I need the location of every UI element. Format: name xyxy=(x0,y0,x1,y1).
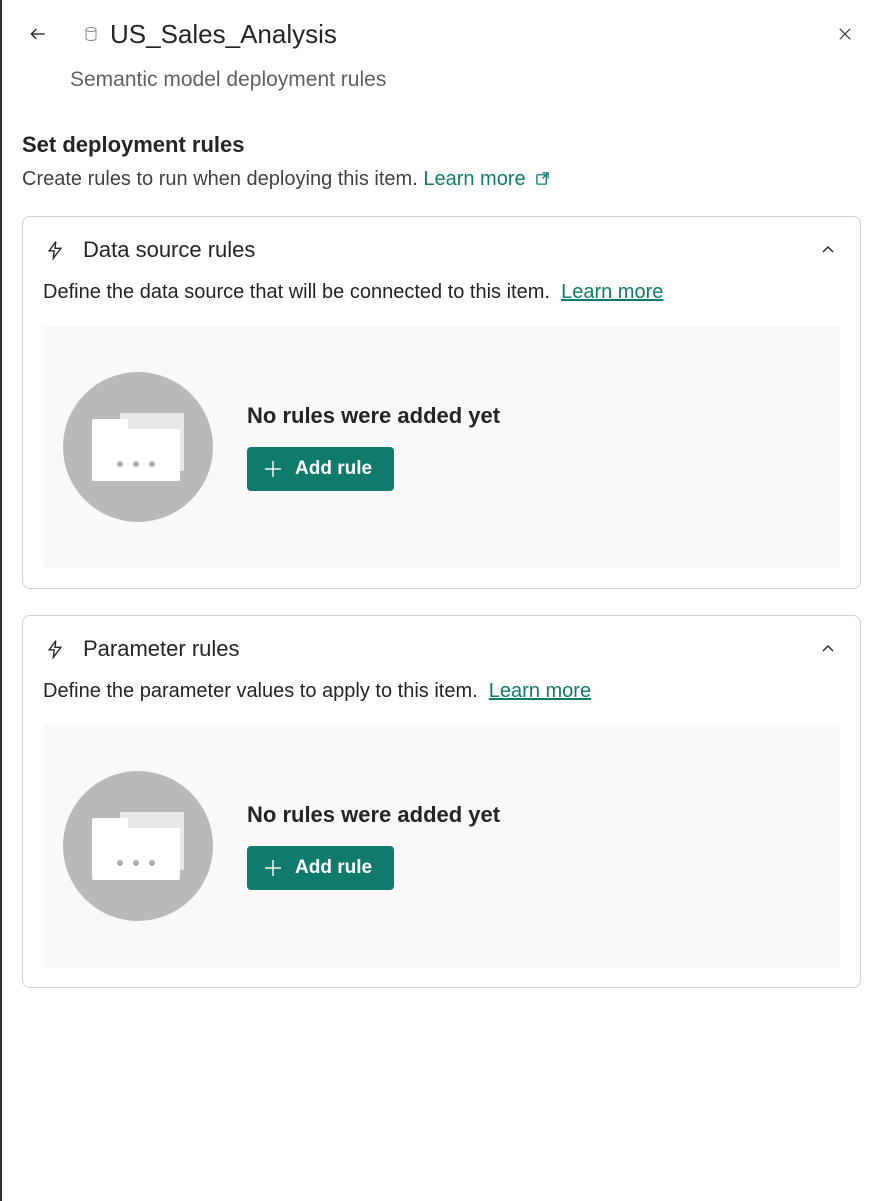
empty-folder-icon xyxy=(63,771,213,921)
add-data-source-rule-button[interactable]: Add rule xyxy=(247,447,394,491)
data-source-card-title: Data source rules xyxy=(83,237,800,263)
external-link-icon xyxy=(535,169,550,192)
parameter-empty-state: No rules were added yet Add rule xyxy=(43,725,840,967)
data-source-desc-text: Define the data source that will be conn… xyxy=(43,281,550,303)
add-rule-label: Add rule xyxy=(295,857,372,879)
data-source-card-description: Define the data source that will be conn… xyxy=(43,281,840,304)
arrow-left-icon xyxy=(28,24,48,44)
chevron-up-icon xyxy=(816,238,840,262)
parameter-card-header[interactable]: Parameter rules xyxy=(43,636,840,662)
data-source-card-header[interactable]: Data source rules xyxy=(43,237,840,263)
parameter-rules-card: Parameter rules Define the parameter val… xyxy=(22,615,861,988)
parameter-learn-more-link[interactable]: Learn more xyxy=(489,680,591,702)
parameter-card-title: Parameter rules xyxy=(83,636,800,662)
add-parameter-rule-button[interactable]: Add rule xyxy=(247,846,394,890)
data-source-empty-state: No rules were added yet Add rule xyxy=(43,326,840,568)
empty-folder-icon xyxy=(63,372,213,522)
section-heading: Set deployment rules xyxy=(22,132,861,158)
learn-more-link[interactable]: Learn more xyxy=(423,168,550,190)
lightning-icon xyxy=(43,238,67,262)
semantic-model-icon xyxy=(82,25,100,43)
plus-icon xyxy=(263,858,283,878)
close-icon xyxy=(836,25,854,43)
page-subtitle: Semantic model deployment rules xyxy=(2,60,881,92)
data-source-rules-card: Data source rules Define the data source… xyxy=(22,216,861,589)
data-source-learn-more-link[interactable]: Learn more xyxy=(561,281,663,303)
parameter-desc-text: Define the parameter values to apply to … xyxy=(43,680,478,702)
chevron-up-icon xyxy=(816,637,840,661)
parameter-empty-text: No rules were added yet xyxy=(247,802,500,828)
lightning-icon xyxy=(43,637,67,661)
page-title: US_Sales_Analysis xyxy=(110,19,337,50)
data-source-empty-text: No rules were added yet xyxy=(247,403,500,429)
back-button[interactable] xyxy=(22,18,54,50)
section-description-text: Create rules to run when deploying this … xyxy=(22,168,418,190)
close-button[interactable] xyxy=(829,18,861,50)
section-description: Create rules to run when deploying this … xyxy=(22,168,861,192)
learn-more-text: Learn more xyxy=(423,168,525,190)
add-rule-label: Add rule xyxy=(295,458,372,480)
plus-icon xyxy=(263,459,283,479)
parameter-card-description: Define the parameter values to apply to … xyxy=(43,680,840,703)
